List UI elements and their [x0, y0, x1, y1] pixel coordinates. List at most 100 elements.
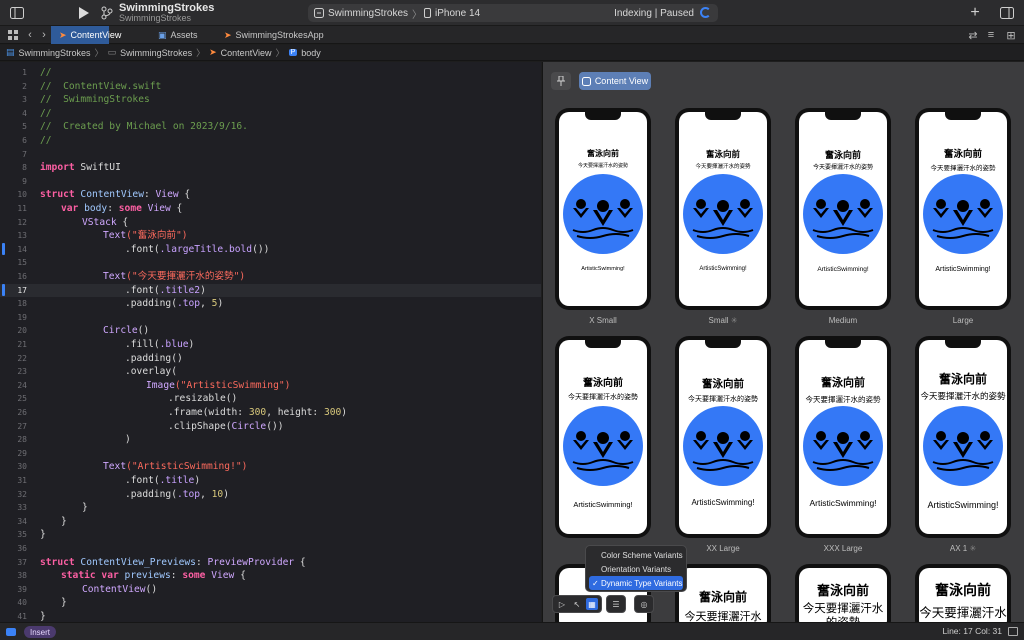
- code-line[interactable]: 14 .font(.largeTitle.bold()): [0, 242, 541, 257]
- code-line[interactable]: 21 .fill(.blue): [0, 338, 541, 352]
- code-line[interactable]: 40}: [0, 596, 541, 610]
- source-control-button[interactable]: [98, 4, 116, 22]
- run-button[interactable]: [75, 4, 93, 22]
- code-line-current[interactable]: 17 .font(.title2): [0, 283, 541, 298]
- code-line[interactable]: 41}: [0, 610, 541, 622]
- breadcrumb-item[interactable]: body: [301, 48, 321, 58]
- code-line[interactable]: 32 .padding(.top, 10): [0, 488, 541, 502]
- tab-assets[interactable]: ▣ Assets: [150, 26, 202, 44]
- code-line[interactable]: 6//: [0, 134, 541, 148]
- code-line[interactable]: 3// SwimmingStrokes: [0, 93, 541, 107]
- inspector-toggle-button[interactable]: [998, 4, 1016, 22]
- scheme-device[interactable]: iPhone 14: [422, 8, 480, 19]
- preview-footer: ArtisticSwimming!: [817, 266, 869, 273]
- phone-notch: [825, 340, 861, 348]
- code-line[interactable]: 34}: [0, 515, 541, 529]
- code-line[interactable]: 36: [0, 542, 541, 556]
- preview-phone-xlarge[interactable]: 奮泳向前 今天要揮灑汗水的姿勢 ArtisticSwimming!: [555, 336, 651, 538]
- code-line[interactable]: 2// ContentView.swift: [0, 80, 541, 94]
- preview-title: 奮泳向前: [698, 590, 747, 604]
- code-line[interactable]: 1//: [0, 66, 541, 80]
- add-button[interactable]: +: [966, 4, 984, 22]
- scheme-selector[interactable]: SwimmingStrokes 〉 iPhone 14 Indexing | P…: [308, 4, 718, 22]
- code-line[interactable]: 26 .frame(width: 300, height: 300): [0, 406, 541, 420]
- preview-phone-xxxlarge[interactable]: 奮泳向前 今天要揮灑汗水的姿勢 ArtisticSwimming!: [795, 336, 891, 538]
- preview-phone-ax1[interactable]: 奮泳向前 今天要揮灑汗水的姿勢 ArtisticSwimming!: [915, 336, 1011, 538]
- artistic-swimming-icon: [812, 199, 874, 239]
- variant-label: Small ✳: [708, 316, 738, 325]
- menu-item-color-scheme[interactable]: Color Scheme Variants: [589, 548, 683, 562]
- assets-folder-icon: ▣: [158, 29, 167, 40]
- code-line[interactable]: 15: [0, 256, 541, 270]
- code-line[interactable]: 5// Created by Michael on 2023/9/16.: [0, 120, 541, 134]
- phone-screen: 奮泳向前 今天要揮灑汗水的姿勢 ArtisticSwimming!: [799, 340, 887, 534]
- panel-toggle-icon[interactable]: [1008, 627, 1018, 636]
- code-line[interactable]: 25 .resizable(): [0, 392, 541, 406]
- code-line[interactable]: 33}: [0, 501, 541, 515]
- back-button[interactable]: ‹: [24, 27, 36, 43]
- refresh-button[interactable]: ⇄: [966, 27, 980, 43]
- menu-item-dynamic-type[interactable]: ✓ Dynamic Type Variants: [589, 576, 683, 590]
- menu-item-orientation[interactable]: Orientation Variants: [589, 562, 683, 576]
- preview-subtitle: 今天要揮灑汗水的姿勢: [695, 164, 751, 170]
- branch-icon: [101, 6, 113, 20]
- code-line[interactable]: 22 .padding(): [0, 352, 541, 366]
- code-line[interactable]: 8 import SwiftUI: [0, 161, 541, 175]
- preview-phone-large[interactable]: 奮泳向前 今天要揮灑汗水的姿勢 ArtisticSwimming!: [915, 108, 1011, 310]
- code-line[interactable]: 19: [0, 311, 541, 325]
- toolbar: SwimmingStrokes SwimmingStrokes Swimming…: [0, 0, 1024, 26]
- code-line[interactable]: 18 .padding(.top, 5): [0, 297, 541, 311]
- live-mode-button[interactable]: ▷: [556, 598, 568, 610]
- sidebar-toggle-button[interactable]: [8, 4, 26, 22]
- preview-phone-xsmall[interactable]: 奮泳向前 今天要揮灑汗水的姿勢 ArtisticSwimming!: [555, 108, 651, 310]
- preview-phone-ax5[interactable]: 奮泳向前 今天要揮灑汗水: [915, 564, 1011, 622]
- variant-label: XXX Large: [823, 544, 863, 553]
- code-line[interactable]: 23 .overlay(: [0, 365, 541, 379]
- breadcrumb-item[interactable]: ContentView: [221, 48, 272, 58]
- code-line[interactable]: 20 Circle(): [0, 324, 541, 338]
- code-line[interactable]: 10 struct ContentView: View {: [0, 188, 541, 202]
- code-line[interactable]: 39 ContentView(): [0, 583, 541, 597]
- related-items-button[interactable]: [6, 28, 20, 42]
- code-line[interactable]: 24 Image("ArtisticSwimming"): [0, 379, 541, 393]
- split-editor-button[interactable]: ⊞: [1004, 27, 1018, 43]
- preview-phone-xxlarge[interactable]: 奮泳向前 今天要揮灑汗水的姿勢 ArtisticSwimming!: [675, 336, 771, 538]
- code-line[interactable]: 11 var body: some View {: [0, 202, 541, 216]
- content-view-button[interactable]: Content View: [579, 72, 651, 90]
- code-line[interactable]: 28): [0, 433, 541, 447]
- code-line[interactable]: 9: [0, 175, 541, 189]
- editor-options-button[interactable]: ≡: [984, 27, 998, 43]
- code-line[interactable]: 31 .font(.title): [0, 474, 541, 488]
- code-line[interactable]: 35}: [0, 528, 541, 542]
- preview-phone-medium[interactable]: 奮泳向前 今天要揮灑汗水的姿勢 ArtisticSwimming!: [795, 108, 891, 310]
- code-editor[interactable]: 1// 2// ContentView.swift 3// SwimmingSt…: [0, 62, 541, 622]
- code-line[interactable]: 13 Text("奮泳向前"): [0, 229, 541, 243]
- device-settings-button[interactable]: ☰: [606, 595, 626, 613]
- forward-button[interactable]: ›: [38, 27, 50, 43]
- code-line[interactable]: 12 VStack {: [0, 216, 541, 230]
- preview-phone-ax4[interactable]: 奮泳向前 今天要揮灑汗水 的姿勢: [795, 564, 891, 622]
- code-line[interactable]: 4//: [0, 107, 541, 121]
- variants-button[interactable]: ▦: [586, 598, 598, 610]
- code-line[interactable]: 29: [0, 447, 541, 461]
- code-line[interactable]: 38 static var previews: some View {: [0, 569, 541, 583]
- preview-phone-ax3[interactable]: 奮泳向前 今天要揮灑汗水: [675, 564, 771, 622]
- selectable-mode-button[interactable]: ↖: [571, 598, 583, 610]
- code-line[interactable]: 16 Text("今天要揮灑汗水的姿勢"): [0, 270, 541, 284]
- code-line[interactable]: 7: [0, 148, 541, 162]
- zoom-button[interactable]: ◎: [634, 595, 654, 613]
- scheme-target[interactable]: SwimmingStrokes 〉: [308, 6, 422, 21]
- breadcrumb-item[interactable]: SwimmingStrokes: [19, 48, 91, 58]
- breadcrumb-item[interactable]: SwimmingStrokes: [120, 48, 192, 58]
- preview-canvas[interactable]: Content View 奮泳向前 今天要揮灑汗水的姿勢 ArtisticSwi…: [542, 62, 1024, 622]
- code-line[interactable]: 27 .clipShape(Circle()): [0, 420, 541, 434]
- pin-preview-button[interactable]: [551, 72, 571, 90]
- debug-area-icon[interactable]: [6, 628, 16, 636]
- property-icon: P: [288, 49, 298, 56]
- variant-label: AX 1 ✳: [949, 544, 977, 553]
- tab-swiftstrokesapp[interactable]: ➤ SwimmingStrokesApp: [216, 26, 324, 44]
- code-line[interactable]: 30 Text("ArtisticSwimming!"): [0, 460, 541, 474]
- code-line[interactable]: 37 struct ContentView_Previews: PreviewPr…: [0, 556, 541, 570]
- preview-phone-small[interactable]: 奮泳向前 今天要揮灑汗水的姿勢 ArtisticSwimming!: [675, 108, 771, 310]
- tab-contentview[interactable]: ➤ ContentView: [51, 26, 121, 44]
